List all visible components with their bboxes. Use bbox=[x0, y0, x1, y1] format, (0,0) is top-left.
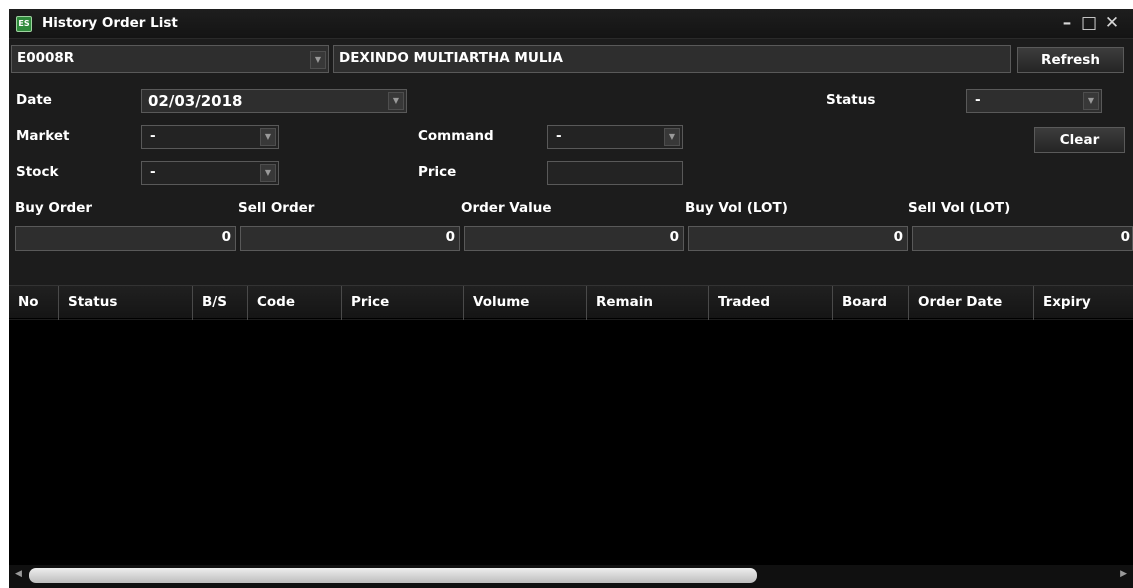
app-icon: ES bbox=[16, 16, 32, 32]
window-title: History Order List bbox=[42, 15, 178, 31]
order-value-field: 0 bbox=[464, 226, 684, 251]
market-label: Market bbox=[16, 128, 70, 144]
market-select[interactable]: - ▼ bbox=[141, 125, 279, 149]
order-table-header: No Status B/S Code Price Volume Remain T… bbox=[9, 285, 1133, 320]
sell-vol-field: 0 bbox=[912, 226, 1133, 251]
chevron-down-icon[interactable]: ▼ bbox=[664, 128, 680, 146]
command-value: - bbox=[556, 128, 562, 144]
buy-order-label: Buy Order bbox=[15, 200, 93, 216]
command-label: Command bbox=[418, 128, 494, 144]
sell-order-value: 0 bbox=[445, 229, 455, 245]
order-table-body[interactable] bbox=[9, 320, 1133, 565]
column-header-board[interactable]: Board bbox=[833, 286, 909, 320]
column-header-volume[interactable]: Volume bbox=[464, 286, 587, 320]
sell-order-field: 0 bbox=[240, 226, 460, 251]
chevron-down-icon[interactable]: ▼ bbox=[260, 128, 276, 146]
order-value-label: Order Value bbox=[461, 200, 552, 216]
buy-vol-label: Buy Vol (LOT) bbox=[685, 200, 788, 216]
order-value-value: 0 bbox=[669, 229, 679, 245]
history-order-list-window: ES History Order List – □ ✕ E0008R ▼ DEX… bbox=[9, 9, 1133, 588]
account-code-value: E0008R bbox=[17, 50, 75, 66]
scroll-left-icon[interactable]: ◀ bbox=[15, 569, 22, 579]
column-header-no[interactable]: No bbox=[9, 286, 59, 320]
date-label: Date bbox=[16, 92, 52, 108]
scroll-right-icon[interactable]: ▶ bbox=[1120, 569, 1127, 579]
sell-order-label: Sell Order bbox=[238, 200, 315, 216]
column-header-remain[interactable]: Remain bbox=[587, 286, 709, 320]
status-select[interactable]: - ▼ bbox=[966, 89, 1102, 113]
sell-vol-value: 0 bbox=[1120, 229, 1130, 245]
command-select[interactable]: - ▼ bbox=[547, 125, 683, 149]
stock-value: - bbox=[150, 164, 156, 180]
market-value: - bbox=[150, 128, 156, 144]
close-icon[interactable]: ✕ bbox=[1103, 14, 1121, 32]
refresh-button[interactable]: Refresh bbox=[1017, 47, 1124, 73]
column-header-order-date[interactable]: Order Date bbox=[909, 286, 1034, 320]
chevron-down-icon[interactable]: ▼ bbox=[310, 51, 326, 69]
date-value: 02/03/2018 bbox=[148, 92, 243, 110]
column-header-status[interactable]: Status bbox=[59, 286, 193, 320]
column-header-bs[interactable]: B/S bbox=[193, 286, 248, 320]
stock-label: Stock bbox=[16, 164, 59, 180]
column-header-traded[interactable]: Traded bbox=[709, 286, 833, 320]
maximize-icon[interactable]: □ bbox=[1080, 14, 1098, 32]
chevron-down-icon[interactable]: ▼ bbox=[260, 164, 276, 182]
stock-select[interactable]: - ▼ bbox=[141, 161, 279, 185]
buy-vol-field: 0 bbox=[688, 226, 908, 251]
horizontal-scrollbar[interactable]: ◀ ▶ bbox=[9, 565, 1133, 588]
buy-order-field: 0 bbox=[15, 226, 236, 251]
clear-button[interactable]: Clear bbox=[1034, 127, 1125, 153]
chevron-down-icon[interactable]: ▼ bbox=[1083, 92, 1099, 110]
buy-vol-value: 0 bbox=[893, 229, 903, 245]
account-code-select[interactable]: E0008R ▼ bbox=[11, 45, 329, 73]
chevron-down-icon[interactable]: ▼ bbox=[388, 92, 404, 110]
price-input[interactable] bbox=[547, 161, 683, 185]
column-header-code[interactable]: Code bbox=[248, 286, 342, 320]
price-label: Price bbox=[418, 164, 457, 180]
date-picker[interactable]: 02/03/2018 ▼ bbox=[141, 89, 407, 113]
account-name-value: DEXINDO MULTIARTHA MULIA bbox=[339, 50, 563, 66]
minimize-icon[interactable]: – bbox=[1058, 14, 1076, 32]
column-header-price[interactable]: Price bbox=[342, 286, 464, 320]
scrollbar-thumb[interactable] bbox=[29, 568, 757, 583]
sell-vol-label: Sell Vol (LOT) bbox=[908, 200, 1011, 216]
account-name-field: DEXINDO MULTIARTHA MULIA bbox=[333, 45, 1011, 73]
status-value: - bbox=[975, 92, 981, 108]
title-bar: ES History Order List – □ ✕ bbox=[9, 9, 1133, 39]
status-label: Status bbox=[826, 92, 876, 108]
buy-order-value: 0 bbox=[221, 229, 231, 245]
column-header-expiry[interactable]: Expiry bbox=[1034, 286, 1133, 320]
